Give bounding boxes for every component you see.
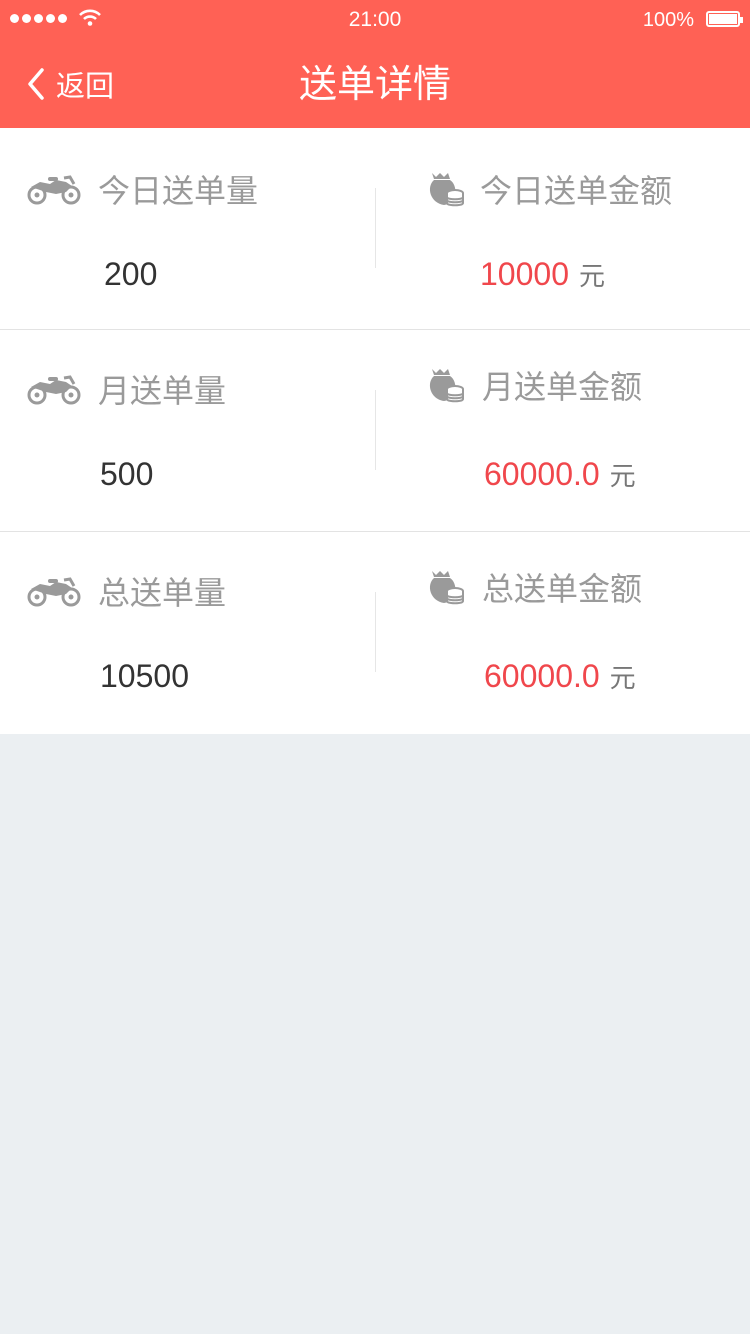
status-time: 21:00 bbox=[348, 8, 402, 31]
currency-unit: 元 bbox=[609, 664, 636, 694]
money-bag-icon bbox=[429, 173, 464, 207]
stat-count-cell: 月送单量 500 bbox=[0, 330, 375, 530]
stat-amount-label: 今日送单金额 bbox=[480, 172, 673, 210]
battery-percentage: 100% bbox=[642, 9, 694, 31]
stat-count-value: 10500 bbox=[100, 658, 189, 694]
money-bag-icon bbox=[429, 571, 464, 605]
stats-row-today: 今日送单量 200 今日送单金额 10000 元 bbox=[0, 128, 750, 330]
stat-amount-cell: 今日送单金额 10000 元 bbox=[376, 128, 750, 328]
stat-count-cell: 今日送单量 200 bbox=[0, 128, 375, 328]
stat-count-label: 今日送单量 bbox=[98, 172, 259, 210]
currency-unit: 元 bbox=[609, 462, 636, 492]
stat-count-value: 500 bbox=[100, 456, 154, 492]
stat-amount-cell: 月送单金额 60000.0 元 bbox=[376, 330, 750, 530]
status-bar: 21:00 100% bbox=[0, 0, 750, 40]
battery-icon bbox=[706, 11, 743, 27]
stat-amount-label: 总送单金额 bbox=[482, 570, 643, 608]
page-title: 送单详情 bbox=[298, 62, 451, 106]
motorcycle-icon bbox=[27, 577, 81, 607]
money-bag-icon bbox=[429, 369, 464, 403]
stat-count-label: 总送单量 bbox=[98, 574, 227, 612]
stats-row-month: 月送单量 500 月送单金额 60000.0 元 bbox=[0, 330, 750, 532]
stats-panel: 今日送单量 200 今日送单金额 10000 元 月送单量 500 月送单金额 … bbox=[0, 128, 750, 734]
nav-header: 21:00 100% 返回 送单详情 bbox=[0, 0, 750, 128]
stat-amount-value: 10000 bbox=[480, 256, 569, 292]
stats-row-total: 总送单量 10500 总送单金额 60000.0 元 bbox=[0, 532, 750, 734]
stat-count-cell: 总送单量 10500 bbox=[0, 532, 375, 732]
stat-amount-cell: 总送单金额 60000.0 元 bbox=[376, 532, 750, 732]
stat-amount-value: 60000.0 bbox=[484, 658, 600, 694]
motorcycle-icon bbox=[27, 175, 81, 205]
stat-count-value: 200 bbox=[104, 256, 158, 292]
currency-unit: 元 bbox=[578, 262, 605, 292]
stat-amount-value: 60000.0 bbox=[484, 456, 600, 492]
stat-count-label: 月送单量 bbox=[98, 372, 227, 410]
motorcycle-icon bbox=[27, 375, 81, 405]
stat-amount-label: 月送单金额 bbox=[482, 368, 643, 406]
